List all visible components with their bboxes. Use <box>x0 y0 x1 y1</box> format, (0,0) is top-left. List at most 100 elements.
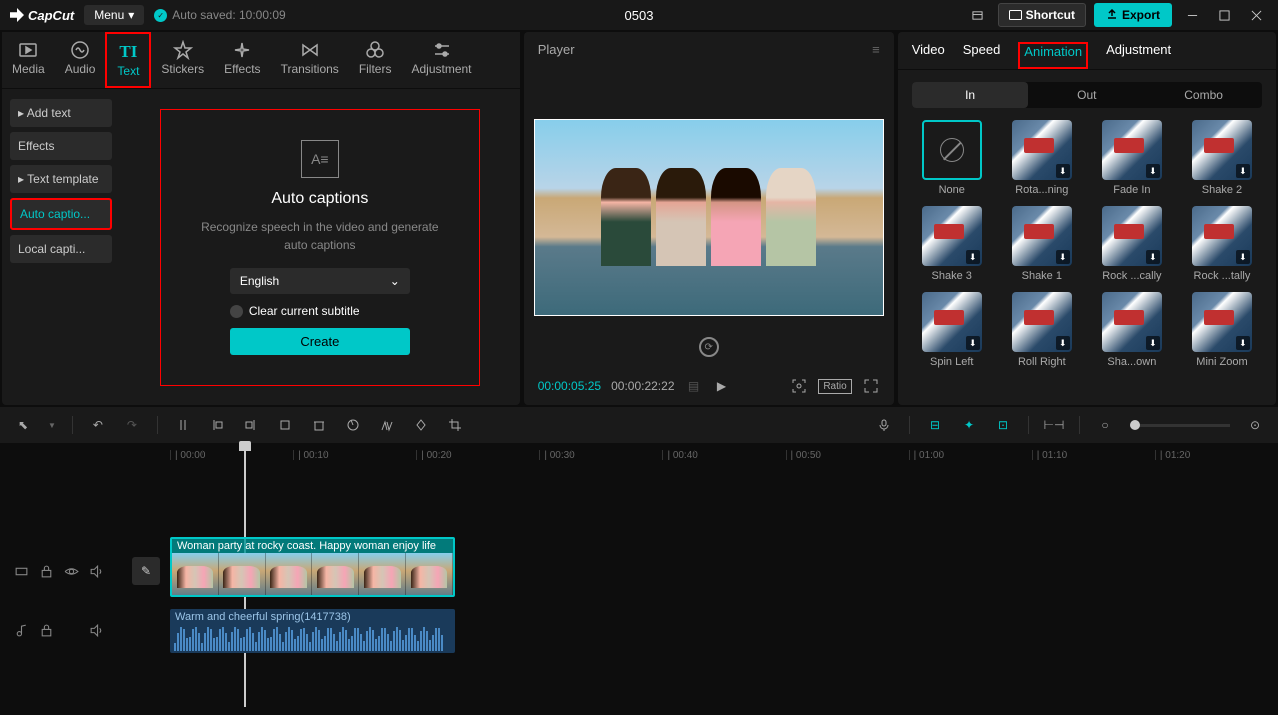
zoom-fit-icon[interactable]: ⊙ <box>1246 416 1264 434</box>
auto-captions-box: A≡ Auto captions Recognize speech in the… <box>160 109 480 386</box>
preview-icon[interactable]: ⊡ <box>994 416 1012 434</box>
fullscreen-icon[interactable] <box>862 377 880 395</box>
timeline-ruler[interactable]: | 00:00| 00:10| 00:20| 00:30| 00:40| 00:… <box>0 443 1278 467</box>
link-icon[interactable]: ✦ <box>960 416 978 434</box>
app-logo: CapCut <box>10 8 74 23</box>
animation-rock----tally[interactable]: ⬇Rock ...tally <box>1182 206 1262 282</box>
speaker-icon[interactable] <box>89 623 104 638</box>
list-icon[interactable]: ▤ <box>685 377 703 395</box>
tab-adjustment[interactable]: Adjustment <box>1106 42 1171 69</box>
menu-button[interactable]: Menu ▾ <box>84 5 144 25</box>
undo-icon[interactable]: ↶ <box>89 416 107 434</box>
animation-grid: None⬇Rota...ning⬇Fade In⬇Shake 2 ⬇Shake 3… <box>898 120 1276 368</box>
tool-tab-adjustment[interactable]: Adjustment <box>401 32 481 88</box>
subtab-in[interactable]: In <box>912 82 1029 108</box>
split-icon[interactable] <box>174 416 192 434</box>
sidebar-item-auto-captio---[interactable]: Auto captio... <box>10 198 112 230</box>
trim-left-icon[interactable] <box>208 416 226 434</box>
music-icon[interactable] <box>14 623 29 638</box>
animation-shake-2[interactable]: ⬇Shake 2 <box>1182 120 1262 196</box>
tool-tab-transitions[interactable]: Transitions <box>271 32 349 88</box>
scan-icon[interactable] <box>790 377 808 395</box>
tool-tab-audio[interactable]: Audio <box>55 32 106 88</box>
play-icon[interactable]: ▶ <box>713 377 731 395</box>
anim-thumb: ⬇ <box>1192 120 1252 180</box>
collapse-icon[interactable] <box>14 564 29 579</box>
pointer-tool[interactable]: ⬉ <box>14 416 32 434</box>
tool-tab-effects[interactable]: Effects <box>214 32 270 88</box>
sidebar-item-add-text[interactable]: ▸ Add text <box>10 99 112 127</box>
download-icon: ⬇ <box>966 336 980 350</box>
animation-fade-in[interactable]: ⬇Fade In <box>1092 120 1172 196</box>
eye-icon[interactable] <box>64 564 79 579</box>
speaker-icon[interactable] <box>89 564 104 579</box>
animation-sha---own[interactable]: ⬇Sha...own <box>1092 292 1172 368</box>
player-menu-icon[interactable]: ≡ <box>872 42 880 57</box>
refresh-icon[interactable]: ⟳ <box>699 337 719 357</box>
maximize-icon[interactable] <box>1212 3 1236 27</box>
rotate-icon[interactable] <box>412 416 430 434</box>
minimize-icon[interactable] <box>1180 3 1204 27</box>
tab-speed[interactable]: Speed <box>963 42 1001 69</box>
create-button[interactable]: Create <box>230 328 410 355</box>
shortcut-button[interactable]: Shortcut <box>998 3 1086 27</box>
chevron-down-icon[interactable]: ▼ <box>48 421 56 430</box>
property-tabs: Video Speed Animation Adjustment <box>898 32 1276 70</box>
tool-tab-filters[interactable]: Filters <box>349 32 402 88</box>
animation-shake-1[interactable]: ⬇Shake 1 <box>1002 206 1082 282</box>
redo-icon[interactable]: ↷ <box>123 416 141 434</box>
timeline-body: ✎ Woman party at rocky coast. Happy woma… <box>0 467 1278 713</box>
crop2-icon[interactable] <box>446 416 464 434</box>
snap-icon[interactable]: ⊟ <box>926 416 944 434</box>
zoom-slider[interactable] <box>1130 424 1230 427</box>
tracks-area[interactable]: Woman party at rocky coast. Happy woman … <box>160 467 1278 713</box>
mirror-icon[interactable] <box>378 416 396 434</box>
tab-video[interactable]: Video <box>912 42 945 69</box>
mic-icon[interactable] <box>875 416 893 434</box>
animation-roll-right[interactable]: ⬇Roll Right <box>1002 292 1082 368</box>
text-TI-icon: TI <box>118 42 138 62</box>
speed-icon[interactable] <box>344 416 362 434</box>
layout-icon[interactable] <box>966 3 990 27</box>
ruler-tick: | 00:30 <box>539 450 662 460</box>
anim-thumb: ⬇ <box>1102 120 1162 180</box>
subtab-combo[interactable]: Combo <box>1145 82 1262 108</box>
animation-rock----cally[interactable]: ⬇Rock ...cally <box>1092 206 1172 282</box>
tool-tab-text[interactable]: TIText <box>105 32 151 88</box>
tool-tab-stickers[interactable]: Stickers <box>151 32 214 88</box>
lock-icon[interactable] <box>39 564 54 579</box>
export-button[interactable]: Export <box>1094 3 1172 27</box>
animation-shake-3[interactable]: ⬇Shake 3 <box>912 206 992 282</box>
time-current: 00:00:05:25 <box>538 379 601 393</box>
tool-tab-media[interactable]: Media <box>2 32 55 88</box>
language-select[interactable]: English ⌄ <box>230 268 410 294</box>
sidebar-item-effects[interactable]: Effects <box>10 132 112 160</box>
delete-icon[interactable] <box>310 416 328 434</box>
subtab-out[interactable]: Out <box>1028 82 1145 108</box>
timeline-toolbar: ⬉ ▼ ↶ ↷ ⊟ ✦ ⊡ ⊢⊣ ○ ⊙ <box>0 407 1278 443</box>
clear-subtitle-checkbox[interactable]: Clear current subtitle <box>230 304 410 318</box>
animation-rota---ning[interactable]: ⬇Rota...ning <box>1002 120 1082 196</box>
player-viewport[interactable]: ⟳ <box>524 67 894 367</box>
ratio-button[interactable]: Ratio <box>818 379 851 394</box>
audio-clip[interactable]: Warm and cheerful spring(1417738) <box>170 609 455 653</box>
player-panel: Player ≡ ⟳ 00:00:05:25 00:00:22:22 ▤ ▶ R… <box>524 32 894 405</box>
close-icon[interactable] <box>1244 3 1268 27</box>
animation-mini-zoom[interactable]: ⬇Mini Zoom <box>1182 292 1262 368</box>
anim-thumb: ⬇ <box>1192 292 1252 352</box>
tab-animation[interactable]: Animation <box>1018 42 1088 69</box>
sidebar-item-local-capti---[interactable]: Local capti... <box>10 235 112 263</box>
video-clip[interactable]: Woman party at rocky coast. Happy woman … <box>170 537 455 597</box>
align-icon[interactable]: ⊢⊣ <box>1045 416 1063 434</box>
download-icon: ⬇ <box>1146 250 1160 264</box>
crop-icon[interactable] <box>276 416 294 434</box>
animation-spin-left[interactable]: ⬇Spin Left <box>912 292 992 368</box>
sidebar-item-text-template[interactable]: ▸ Text template <box>10 165 112 193</box>
lock-icon[interactable] <box>39 623 54 638</box>
edit-track-icon[interactable]: ✎ <box>132 557 160 585</box>
download-icon: ⬇ <box>1146 164 1160 178</box>
zoom-out-icon[interactable]: ○ <box>1096 416 1114 434</box>
trim-right-icon[interactable] <box>242 416 260 434</box>
download-icon: ⬇ <box>1056 336 1070 350</box>
animation-none[interactable]: None <box>912 120 992 196</box>
